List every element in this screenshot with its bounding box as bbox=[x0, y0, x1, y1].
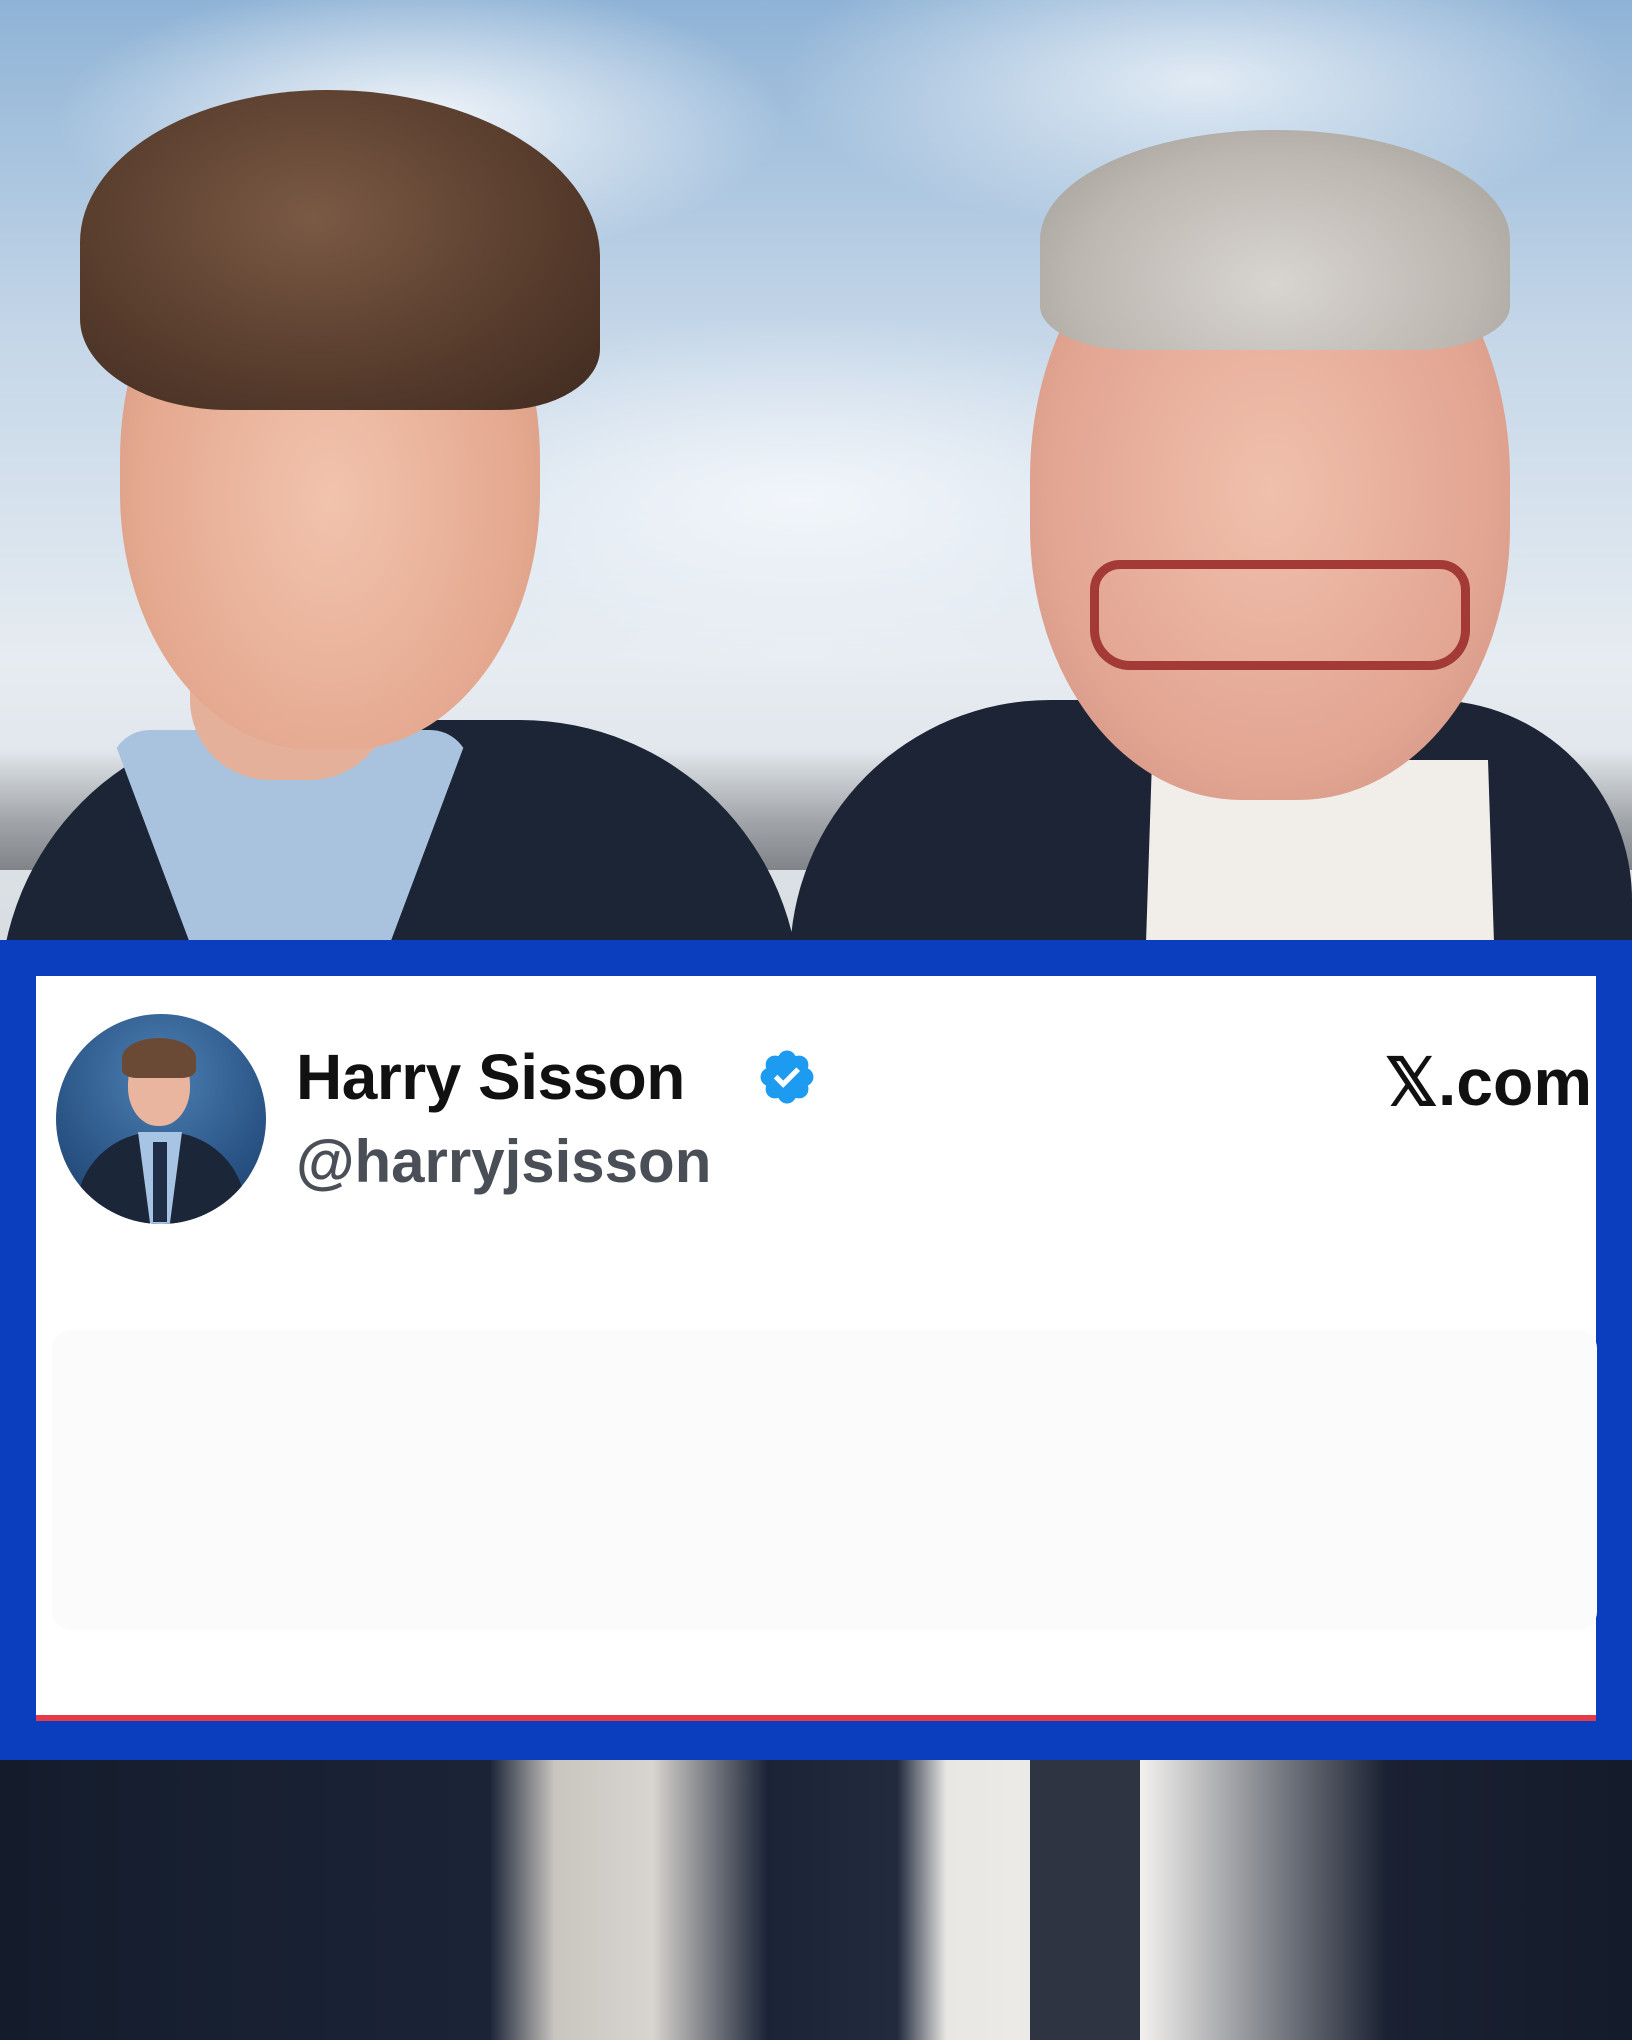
older-man-hair bbox=[1040, 130, 1510, 350]
tweet-body-blank bbox=[52, 1330, 1597, 1630]
background-photo-lower bbox=[0, 1760, 1632, 2040]
avatar-tie bbox=[153, 1142, 167, 1222]
x-com-label: 𝕏.com bbox=[1384, 1045, 1592, 1119]
profile-avatar[interactable] bbox=[56, 1014, 266, 1224]
verified-checkmark-icon bbox=[760, 1050, 814, 1104]
older-man-glasses bbox=[1090, 560, 1470, 670]
meme-image: Harry Sisson @harryjsisson 𝕏.com bbox=[0, 0, 1632, 2040]
user-handle[interactable]: @harryjsisson bbox=[296, 1127, 711, 1196]
older-man-tie bbox=[1030, 1760, 1140, 2040]
avatar-hair bbox=[122, 1038, 196, 1078]
display-name[interactable]: Harry Sisson bbox=[296, 1040, 685, 1114]
